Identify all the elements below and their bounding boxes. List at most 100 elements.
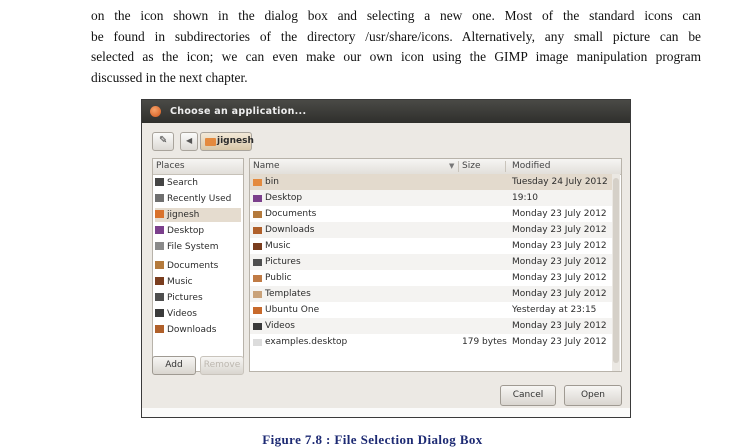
paragraph-line: on the icon shown in the dialog box and … [91, 8, 701, 23]
file-size: 179 bytes [462, 337, 507, 347]
sidebar-item-label: Music [167, 277, 193, 287]
file-modified: Monday 23 July 2012 [512, 289, 607, 299]
file-modified: Yesterday at 23:15 [512, 305, 597, 315]
desktop-icon [155, 226, 164, 234]
documents-folder-icon [155, 261, 164, 269]
desktop-icon [253, 195, 262, 202]
breadcrumb-home-button[interactable]: jignesh [200, 132, 254, 151]
path-back-button[interactable]: ◀ [180, 132, 198, 151]
vertical-scrollbar[interactable] [612, 174, 620, 371]
videos-folder-icon [253, 323, 262, 330]
file-name: Public [265, 273, 292, 283]
sidebar-item-label: Desktop [167, 226, 205, 236]
sidebar-item-label: Recently Used [167, 194, 232, 204]
table-row[interactable]: Ubuntu One Yesterday at 23:15 [250, 302, 612, 318]
sort-arrow-icon: ▼ [449, 162, 455, 170]
table-row[interactable]: Videos Monday 23 July 2012 [250, 318, 612, 334]
paragraph-line: selected as the icon; we can even make o… [91, 49, 701, 64]
table-row[interactable]: Documents Monday 23 July 2012 [250, 206, 612, 222]
file-name: Pictures [265, 257, 301, 267]
table-row[interactable]: Public Monday 23 July 2012 [250, 270, 612, 286]
title-bar[interactable]: Choose an application... [142, 100, 630, 123]
table-row[interactable]: Downloads Monday 23 July 2012 [250, 222, 612, 238]
table-row[interactable]: Music Monday 23 July 2012 [250, 238, 612, 254]
documents-folder-icon [253, 211, 262, 218]
remove-button: Remove [200, 356, 244, 375]
drive-icon [155, 242, 164, 250]
home-folder-icon [205, 138, 216, 146]
file-modified: Monday 23 July 2012 [512, 209, 607, 219]
sidebar-item-pictures[interactable]: Pictures [155, 291, 241, 305]
file-modified: Monday 23 July 2012 [512, 241, 607, 251]
search-icon [155, 178, 164, 186]
sidebar-item-label: Search [167, 178, 198, 188]
file-list: Name ▼ Size Modified bin Tuesday 24 July … [249, 158, 622, 372]
music-folder-icon [155, 277, 164, 285]
sidebar-item-label: Videos [167, 309, 197, 319]
arrow-left-icon: ◀ [186, 136, 193, 145]
table-row[interactable]: Desktop 19:10 [250, 190, 612, 206]
clock-icon [155, 194, 164, 202]
file-modified: Tuesday 24 July 2012 [512, 177, 608, 187]
pictures-folder-icon [155, 293, 164, 301]
open-button[interactable]: Open [564, 385, 622, 406]
sidebar-item-label: File System [167, 242, 219, 252]
file-modified: Monday 23 July 2012 [512, 337, 607, 347]
file-name: bin [265, 177, 279, 187]
home-folder-icon [155, 210, 164, 218]
file-modified: Monday 23 July 2012 [512, 225, 607, 235]
table-row[interactable]: Pictures Monday 23 July 2012 [250, 254, 612, 270]
sidebar-item-downloads[interactable]: Downloads [155, 323, 241, 337]
sidebar-item-search[interactable]: Search [155, 176, 241, 190]
table-row[interactable]: examples.desktop 179 bytes Monday 23 July … [250, 334, 612, 350]
places-sidebar: Places Search Recently Used jignesh Desktop… [152, 158, 244, 372]
file-list-header: Name ▼ Size Modified [250, 159, 621, 175]
sidebar-item-label: Downloads [167, 325, 217, 335]
places-header: Places [153, 159, 243, 175]
file-name: Templates [265, 289, 311, 299]
breadcrumb-label: jignesh [217, 136, 254, 146]
file-name: Videos [265, 321, 295, 331]
file-icon [253, 339, 262, 346]
sidebar-item-music[interactable]: Music [155, 275, 241, 289]
file-name: Ubuntu One [265, 305, 320, 315]
downloads-folder-icon [155, 325, 164, 333]
sidebar-item-documents[interactable]: Documents [155, 259, 241, 273]
sidebar-item-videos[interactable]: Videos [155, 307, 241, 321]
file-modified: Monday 23 July 2012 [512, 321, 607, 331]
sidebar-item-file-system[interactable]: File System [155, 240, 241, 254]
table-row[interactable]: Templates Monday 23 July 2012 [250, 286, 612, 302]
cancel-button[interactable]: Cancel [500, 385, 556, 406]
file-modified: Monday 23 July 2012 [512, 257, 607, 267]
file-modified: 19:10 [512, 193, 538, 203]
close-icon[interactable] [150, 106, 161, 117]
dialog-title: Choose an application... [170, 106, 307, 117]
paragraph-line: be found in subdirectories of the direct… [91, 28, 701, 44]
file-name: examples.desktop [265, 337, 348, 347]
file-name: Downloads [265, 225, 315, 235]
file-chooser-dialog: Choose an application... ✎ ◀ jignesh Pla… [141, 99, 631, 418]
column-modified-header[interactable]: Modified [512, 159, 550, 174]
folder-icon [253, 179, 262, 186]
scrollbar-thumb[interactable] [613, 178, 619, 363]
downloads-folder-icon [253, 227, 262, 234]
add-button[interactable]: Add [152, 356, 196, 375]
column-size-header[interactable]: Size [462, 159, 480, 174]
file-name: Music [265, 241, 291, 251]
sidebar-item-label: jignesh [167, 210, 200, 220]
pencil-icon: ✎ [159, 135, 168, 146]
sidebar-item-label: Pictures [167, 293, 203, 303]
file-name: Desktop [265, 193, 303, 203]
music-folder-icon [253, 243, 262, 250]
sidebar-item-jignesh[interactable]: jignesh [155, 208, 241, 222]
sidebar-item-desktop[interactable]: Desktop [155, 224, 241, 238]
ubuntu-one-folder-icon [253, 307, 262, 314]
pictures-folder-icon [253, 259, 262, 266]
type-location-button[interactable]: ✎ [152, 132, 174, 151]
sidebar-item-recently-used[interactable]: Recently Used [155, 192, 241, 206]
column-name-header[interactable]: Name [253, 159, 280, 174]
paragraph-line: discussed in the next chapter. [91, 69, 248, 85]
body-paragraph: on the icon shown in the dialog box and … [91, 6, 701, 88]
table-row[interactable]: bin Tuesday 24 July 2012 [250, 174, 612, 190]
sidebar-item-label: Documents [167, 261, 219, 271]
